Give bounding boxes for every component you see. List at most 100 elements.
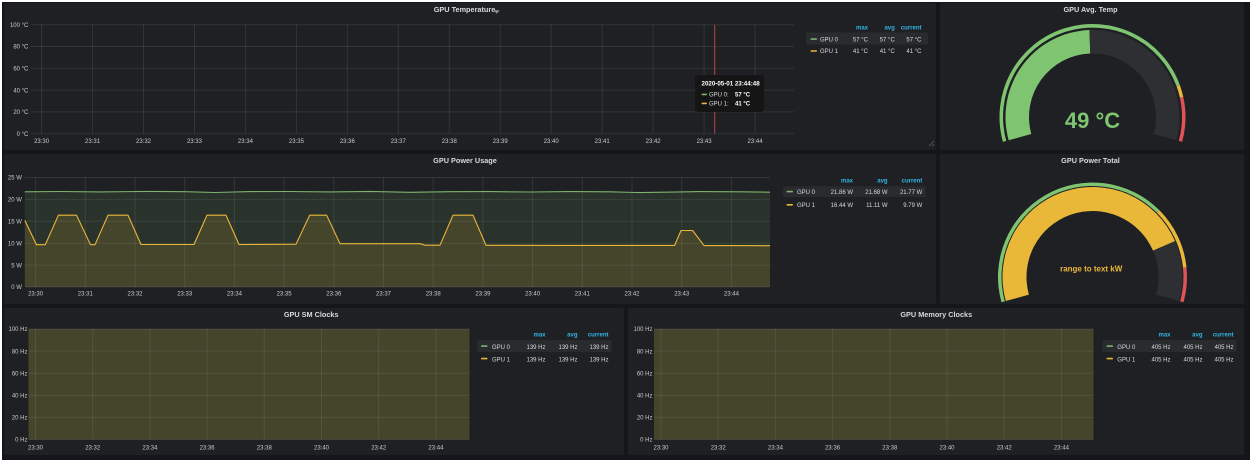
svg-text:405 Hz: 405 Hz: [1214, 345, 1233, 351]
svg-text:80 Hz: 80 Hz: [636, 349, 652, 355]
svg-text:23:38: 23:38: [882, 445, 898, 451]
svg-text:23:39: 23:39: [475, 292, 491, 298]
svg-text:23:34: 23:34: [142, 445, 158, 451]
svg-text:23:44: 23:44: [724, 292, 740, 298]
svg-text:0 °C: 0 °C: [17, 132, 29, 138]
svg-text:57 °C: 57 °C: [880, 37, 896, 43]
svg-text:0 Hz: 0 Hz: [640, 437, 652, 443]
svg-text:2020-05-01 23:44:48: 2020-05-01 23:44:48: [702, 81, 761, 88]
svg-text:23:30: 23:30: [34, 139, 50, 145]
svg-text:max: max: [856, 26, 869, 32]
svg-text:60 Hz: 60 Hz: [12, 371, 28, 377]
svg-text:avg: avg: [884, 26, 895, 32]
svg-text:23:30: 23:30: [28, 292, 44, 298]
svg-text:23:32: 23:32: [85, 445, 101, 451]
svg-text:GPU Avg. Temp: GPU Avg. Temp: [1063, 5, 1118, 14]
svg-text:139 Hz: 139 Hz: [558, 345, 577, 351]
svg-text:23:34: 23:34: [238, 139, 254, 145]
svg-text:23:35: 23:35: [277, 292, 293, 298]
svg-text:0 W: 0 W: [11, 285, 22, 291]
svg-text:60 Hz: 60 Hz: [636, 371, 652, 377]
svg-text:23:40: 23:40: [314, 445, 330, 451]
svg-text:23:42: 23:42: [624, 292, 640, 298]
svg-text:23:43: 23:43: [674, 292, 690, 298]
svg-text:GPU Temperature: GPU Temperature: [434, 5, 496, 14]
svg-text:GPU 0: GPU 0: [492, 345, 511, 351]
svg-text:405 Hz: 405 Hz: [1151, 357, 1170, 363]
svg-text:139 Hz: 139 Hz: [558, 357, 577, 363]
svg-text:80 °C: 80 °C: [13, 45, 29, 51]
svg-text:23:41: 23:41: [575, 292, 591, 298]
svg-text:23:34: 23:34: [767, 445, 783, 451]
svg-text:current: current: [901, 26, 922, 32]
svg-text:40 Hz: 40 Hz: [636, 393, 652, 399]
svg-text:23:36: 23:36: [200, 445, 216, 451]
svg-text:10 W: 10 W: [8, 241, 22, 247]
svg-text:0 Hz: 0 Hz: [15, 437, 27, 443]
svg-text:49 °C: 49 °C: [1064, 108, 1119, 133]
svg-text:23:32: 23:32: [136, 139, 152, 145]
svg-text:100 Hz: 100 Hz: [8, 327, 27, 333]
svg-text:11.11 W: 11.11 W: [866, 203, 888, 209]
svg-text:139 Hz: 139 Hz: [589, 357, 608, 363]
svg-text:avg: avg: [1192, 332, 1203, 338]
svg-text:GPU 1:: GPU 1:: [709, 101, 729, 107]
svg-text:GPU 1: GPU 1: [1117, 357, 1136, 363]
svg-text:23:32: 23:32: [127, 292, 143, 298]
svg-text:GPU 1: GPU 1: [492, 357, 511, 363]
svg-text:41 °C: 41 °C: [735, 101, 751, 107]
svg-text:23:39: 23:39: [493, 139, 509, 145]
svg-text:57 °C: 57 °C: [906, 37, 922, 43]
svg-text:23:38: 23:38: [426, 292, 442, 298]
svg-text:23:38: 23:38: [257, 445, 273, 451]
svg-text:23:30: 23:30: [653, 445, 669, 451]
svg-text:60 °C: 60 °C: [13, 67, 29, 73]
svg-text:max: max: [1158, 332, 1171, 338]
svg-text:23:34: 23:34: [227, 292, 243, 298]
svg-text:23:31: 23:31: [78, 292, 94, 298]
svg-text:max: max: [533, 332, 546, 338]
svg-text:100 Hz: 100 Hz: [633, 327, 652, 333]
svg-text:23:44: 23:44: [1053, 445, 1069, 451]
svg-text:20 W: 20 W: [8, 198, 22, 204]
svg-text:avg: avg: [567, 332, 578, 338]
svg-text:139 Hz: 139 Hz: [526, 345, 545, 351]
svg-text:23:42: 23:42: [371, 445, 387, 451]
svg-text:25 W: 25 W: [8, 176, 22, 182]
svg-text:23:43: 23:43: [697, 139, 713, 145]
svg-text:23:36: 23:36: [326, 292, 342, 298]
svg-text:23:40: 23:40: [544, 139, 560, 145]
svg-text:23:37: 23:37: [376, 292, 392, 298]
svg-text:GPU Power Total: GPU Power Total: [1061, 156, 1120, 165]
svg-text:41 °C: 41 °C: [853, 49, 869, 55]
svg-text:23:36: 23:36: [825, 445, 841, 451]
svg-text:23:40: 23:40: [525, 292, 541, 298]
svg-text:GPU 0:: GPU 0:: [709, 92, 729, 98]
svg-text:23:42: 23:42: [996, 445, 1012, 451]
svg-text:GPU 0: GPU 0: [797, 190, 816, 196]
svg-text:current: current: [1212, 332, 1233, 338]
svg-text:20 Hz: 20 Hz: [636, 415, 652, 421]
svg-text:23:32: 23:32: [710, 445, 726, 451]
svg-text:23:44: 23:44: [428, 445, 444, 451]
svg-text:40 Hz: 40 Hz: [12, 393, 28, 399]
svg-text:405 Hz: 405 Hz: [1183, 357, 1202, 363]
svg-text:5 W: 5 W: [11, 263, 22, 269]
svg-text:9.79 W: 9.79 W: [903, 203, 922, 209]
svg-text:15 W: 15 W: [8, 220, 22, 226]
svg-text:range to text kW: range to text kW: [1060, 265, 1123, 274]
svg-text:405 Hz: 405 Hz: [1183, 345, 1202, 351]
svg-text:max: max: [841, 179, 854, 185]
svg-text:80 Hz: 80 Hz: [12, 349, 28, 355]
svg-text:23:42: 23:42: [646, 139, 662, 145]
svg-text:current: current: [588, 332, 609, 338]
svg-text:16.44 W: 16.44 W: [831, 203, 854, 209]
svg-text:GPU Power Usage: GPU Power Usage: [433, 156, 497, 165]
svg-text:139 Hz: 139 Hz: [526, 357, 545, 363]
svg-text:20 °C: 20 °C: [13, 110, 29, 116]
svg-text:GPU 1: GPU 1: [797, 203, 816, 209]
svg-text:23:38: 23:38: [442, 139, 458, 145]
svg-text:23:35: 23:35: [289, 139, 305, 145]
svg-text:23:33: 23:33: [177, 292, 193, 298]
svg-text:21.86 W: 21.86 W: [831, 190, 854, 196]
